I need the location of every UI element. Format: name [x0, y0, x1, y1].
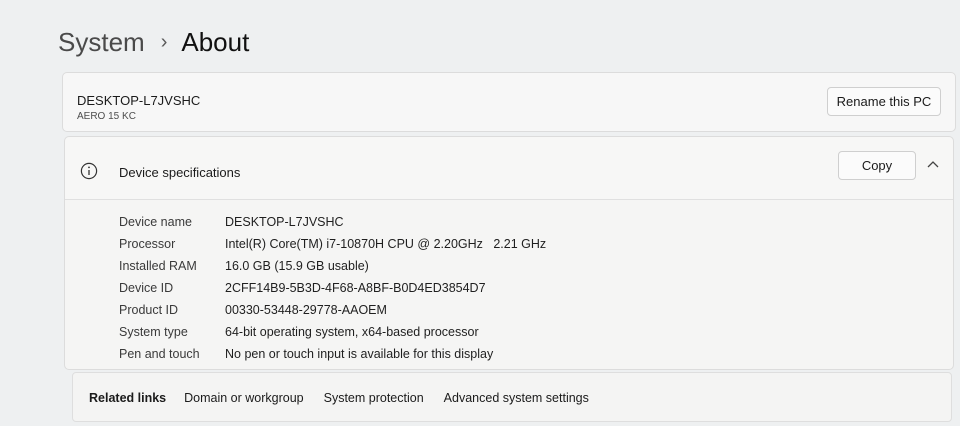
spec-value: 64-bit operating system, x64-based proce…: [225, 325, 479, 339]
spec-label: Installed RAM: [119, 259, 197, 273]
rename-pc-button[interactable]: Rename this PC: [827, 87, 941, 116]
spec-label: Product ID: [119, 303, 179, 317]
spec-row-pen-and-touch: Pen and touch No pen or touch input is a…: [119, 343, 546, 365]
spec-label: Device ID: [119, 281, 174, 295]
spec-value: Intel(R) Core(TM) i7-10870H CPU @ 2.20GH…: [225, 237, 547, 251]
spec-row-device-name: Device name DESKTOP-L7JVSHC: [119, 211, 546, 233]
spec-value: 00330-53448-29778-AAOEM: [225, 303, 387, 317]
spec-list: Device name DESKTOP-L7JVSHC Processor In…: [119, 211, 546, 365]
spec-value: 16.0 GB (15.9 GB usable): [225, 259, 369, 273]
pc-model: AERO 15 KC: [77, 111, 136, 122]
pc-name: DESKTOP-L7JVSHC: [77, 93, 201, 108]
spec-value: DESKTOP-L7JVSHC: [225, 215, 344, 229]
copy-button[interactable]: Copy: [838, 151, 916, 180]
link-domain-or-workgroup[interactable]: Domain or workgroup: [184, 391, 304, 405]
spec-row-device-id: Device ID 2CFF14B9-5B3D-4F68-A8BF-B0D4ED…: [119, 277, 546, 299]
chevron-up-icon[interactable]: [925, 157, 941, 173]
related-links-label: Related links: [89, 391, 167, 405]
pc-name-card: DESKTOP-L7JVSHC AERO 15 KC Rename this P…: [62, 72, 956, 132]
chevron-right-icon: ›: [160, 31, 168, 53]
spec-row-installed-ram: Installed RAM 16.0 GB (15.9 GB usable): [119, 255, 546, 277]
spec-row-processor: Processor Intel(R) Core(TM) i7-10870H CP…: [119, 233, 546, 255]
spec-row-product-id: Product ID 00330-53448-29778-AAOEM: [119, 299, 546, 321]
spec-value: No pen or touch input is available for t…: [225, 347, 494, 361]
breadcrumb-system[interactable]: System: [58, 26, 145, 58]
spec-label: Device name: [119, 215, 192, 229]
device-specifications-card: Device specifications Copy Device name D…: [64, 136, 954, 370]
info-icon: [80, 162, 98, 180]
spec-label: Pen and touch: [119, 347, 200, 361]
breadcrumb: System › About: [58, 26, 249, 58]
page-title: About: [181, 27, 250, 57]
spec-value: 2CFF14B9-5B3D-4F68-A8BF-B0D4ED3854D7: [225, 281, 486, 295]
spec-row-system-type: System type 64-bit operating system, x64…: [119, 321, 546, 343]
related-links-bar: Related links Domain or workgroup System…: [72, 372, 952, 422]
spec-label: System type: [119, 325, 188, 339]
link-advanced-system-settings[interactable]: Advanced system settings: [444, 391, 589, 405]
device-specifications-title: Device specifications: [119, 165, 241, 180]
device-specifications-header[interactable]: Device specifications Copy: [65, 137, 953, 200]
spec-label: Processor: [119, 237, 176, 251]
link-system-protection[interactable]: System protection: [324, 391, 424, 405]
